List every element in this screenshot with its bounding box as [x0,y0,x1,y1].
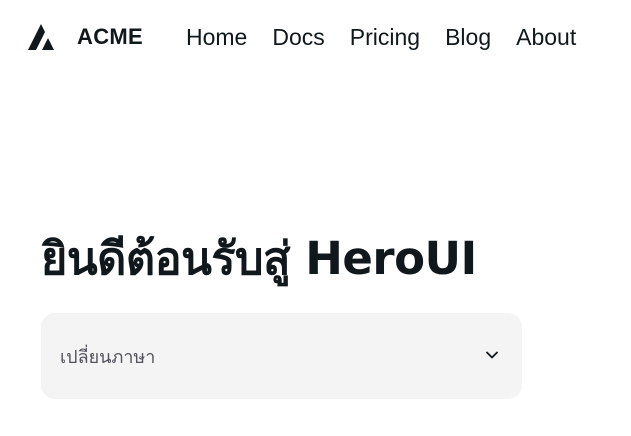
language-select-label: เปลี่ยนภาษา [60,347,156,368]
brand-name: ACME [77,24,143,49]
hero-title: ยินดีต้อนรับสู่ HeroUI [41,232,477,285]
brand[interactable]: ACME [28,22,143,52]
nav-link-home[interactable]: Home [186,24,247,51]
page: ACME Home Docs Pricing Blog About ยินดีต… [0,0,631,436]
nav-link-blog[interactable]: Blog [445,24,491,51]
nav-link-about[interactable]: About [516,24,576,51]
nav-links: Home Docs Pricing Blog About [186,21,576,53]
nav-link-docs[interactable]: Docs [272,24,324,51]
chevron-down-icon[interactable] [484,347,500,363]
language-select[interactable]: เปลี่ยนภาษา [41,313,522,399]
nav-link-pricing[interactable]: Pricing [350,24,420,51]
acme-logo-icon [28,24,54,50]
navbar: ACME Home Docs Pricing Blog About [0,0,631,74]
